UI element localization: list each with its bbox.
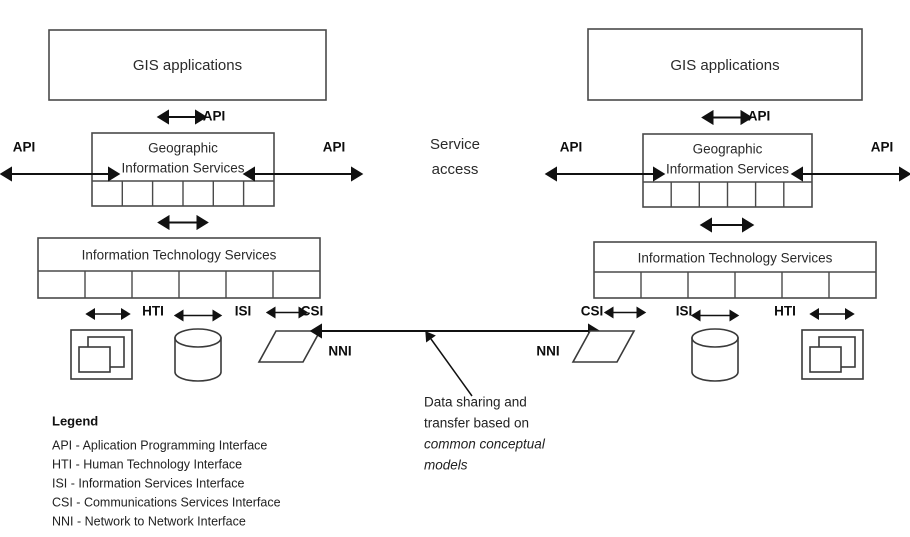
- right-isi-label: ISI: [676, 304, 693, 319]
- diagram-canvas: GIS applications API Geographic Informat…: [0, 0, 910, 537]
- left-database-cylinder-icon: [174, 328, 222, 382]
- service-access-label-line2: access: [432, 161, 479, 178]
- legend-entry-isi: ISI - Information Services Interface: [52, 476, 244, 490]
- right-api-right-label: API: [871, 140, 894, 155]
- right-gis-services-label-line2: Information Services: [666, 162, 789, 177]
- right-it-services-label: Information Technology Services: [638, 251, 833, 266]
- architecture-diagram: GIS applications API Geographic Informat…: [0, 0, 910, 537]
- left-geographic-information-services-box: Geographic Information Services: [91, 132, 275, 207]
- right-database-cylinder-icon: [691, 328, 739, 382]
- right-api-top-label: API: [748, 109, 771, 124]
- left-nni-label: NNI: [328, 344, 351, 359]
- right-hti-label: HTI: [774, 304, 796, 319]
- service-access-label-line1: Service: [430, 136, 480, 153]
- right-api-left-label: API: [560, 140, 583, 155]
- left-gis-applications-label: GIS applications: [133, 57, 242, 74]
- left-it-services-label: Information Technology Services: [82, 248, 277, 263]
- legend-title: Legend: [52, 413, 98, 428]
- left-it-services-box: Information Technology Services: [37, 237, 321, 299]
- left-gis-services-label-line1: Geographic: [148, 141, 218, 156]
- left-csi-label: CSI: [301, 304, 324, 319]
- right-workstation-icon: [801, 329, 864, 380]
- annotation-line-1: Data sharing and: [424, 395, 527, 410]
- annotation-line-4: models: [424, 458, 468, 473]
- right-gis-applications-label: GIS applications: [670, 57, 779, 74]
- annotation-line-3: common conceptual: [424, 437, 546, 452]
- left-api-right-label: API: [323, 140, 346, 155]
- legend-entry-api: API - Aplication Programming Interface: [52, 438, 267, 452]
- left-hti-label: HTI: [142, 304, 164, 319]
- legend-entry-hti: HTI - Human Technology Interface: [52, 457, 242, 471]
- left-api-left-label: API: [13, 140, 36, 155]
- left-isi-label: ISI: [235, 304, 252, 319]
- left-workstation-icon: [70, 329, 133, 380]
- right-nni-label: NNI: [536, 344, 559, 359]
- right-csi-label: CSI: [581, 304, 604, 319]
- right-geographic-information-services-box: Geographic Information Services: [642, 133, 813, 208]
- left-api-top-label: API: [203, 109, 226, 124]
- annotation-line-2: transfer based on: [424, 416, 529, 431]
- left-gis-services-label-line2: Information Services: [121, 161, 244, 176]
- legend-entry-nni: NNI - Network to Network Interface: [52, 514, 246, 528]
- left-gis-applications-box: GIS applications: [48, 29, 327, 101]
- right-it-services-box: Information Technology Services: [593, 241, 877, 299]
- right-gis-applications-box: GIS applications: [587, 28, 863, 101]
- right-gis-services-label-line1: Geographic: [693, 142, 763, 157]
- legend-entry-csi: CSI - Communications Services Interface: [52, 495, 281, 509]
